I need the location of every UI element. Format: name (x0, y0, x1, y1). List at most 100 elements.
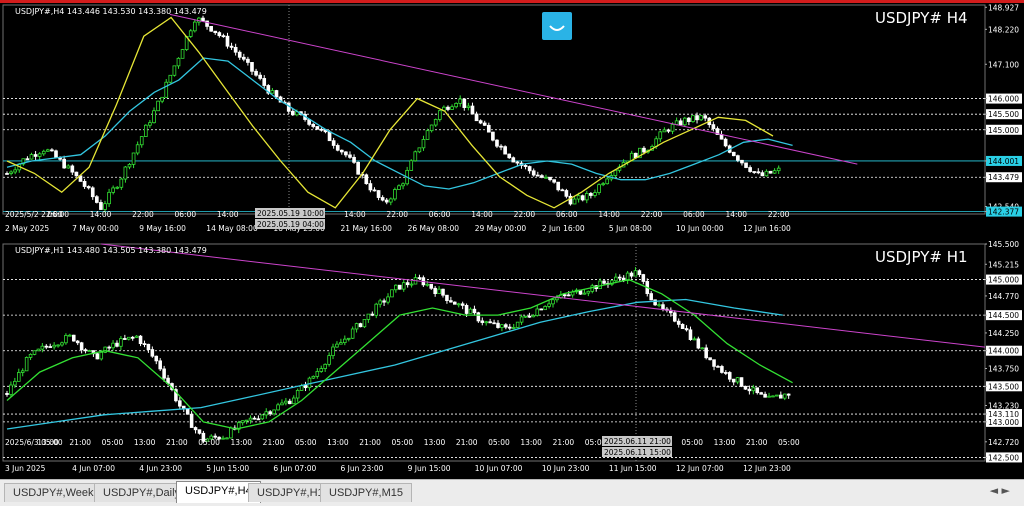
candle-bear (25, 158, 30, 161)
candle-bull (41, 150, 46, 155)
candle-bull (66, 165, 71, 169)
candle-bull (346, 337, 351, 340)
candle-bear (511, 157, 516, 163)
x-tick-label-secondary: 3 Jun 2025 (5, 464, 46, 473)
candle-bear (680, 323, 685, 329)
candle-bear (339, 149, 344, 153)
candle-bull (682, 117, 687, 126)
x-tick-label: 21:00 (359, 438, 381, 447)
candle-bear (703, 115, 708, 119)
candle-bull (99, 351, 104, 360)
x-tick-label: 21:00 (69, 438, 91, 447)
candle-bear (445, 294, 449, 302)
candle-bull (180, 49, 185, 59)
candle-bull (511, 327, 516, 329)
tab-m15[interactable]: USDJPY#,M15 (320, 483, 412, 502)
candle-bear (258, 74, 262, 79)
candle-bear (311, 123, 316, 127)
tab-daily[interactable]: USDJPY#,Daily (94, 483, 190, 502)
candle-bear (274, 90, 279, 98)
candle-bear (44, 345, 49, 348)
candle-bull (160, 96, 164, 102)
candle-bull (519, 316, 524, 323)
candle-bear (358, 323, 363, 328)
candle-bull (111, 342, 115, 349)
x-tick-label-secondary: 7 May 00:00 (72, 224, 119, 233)
candle-bull (535, 308, 540, 316)
candle-bull (284, 400, 288, 404)
candle-bull (776, 167, 781, 172)
candle-bull (764, 170, 769, 177)
candle-bear (507, 153, 512, 159)
candle-bull (272, 409, 276, 415)
candle-bull (735, 377, 740, 383)
x-tick-label: 22:00 (132, 210, 154, 219)
candle-bear (209, 25, 213, 32)
candle-bear (327, 131, 332, 142)
candle-bull (458, 98, 463, 104)
candle-bull (126, 336, 131, 340)
x-tick-label: 21:00 (166, 438, 188, 447)
candle-bear (474, 113, 479, 122)
candle-bear (661, 304, 665, 310)
candle-bull (699, 115, 703, 121)
candle-bear (678, 120, 683, 126)
x-tick-label: 13:00 (520, 438, 542, 447)
crosshair-time-label: 2025.05.19 10:00 (257, 209, 324, 218)
candle-bear (540, 175, 544, 178)
y-tick-label: 144.770 (988, 292, 1019, 301)
candle-bear (446, 106, 450, 110)
candle-bull (468, 308, 473, 314)
x-tick-label: 13:00 (424, 438, 446, 447)
candle-bull (68, 334, 72, 337)
x-tick-label: 22:00 (768, 210, 790, 219)
candle-bear (763, 393, 767, 398)
x-tick-label-secondary: 5 Jun 08:00 (609, 224, 652, 233)
candle-bear (629, 272, 634, 277)
candle-bear (5, 393, 9, 395)
y-tick-label: 142.500 (988, 453, 1019, 462)
candle-bear (504, 324, 508, 328)
candle-bear (472, 308, 477, 314)
candle-bear (739, 377, 744, 387)
candle-bull (523, 315, 528, 318)
price-charts[interactable]: USDJPY#,H4 143.446 143.530 143.380 143.4… (0, 0, 1024, 479)
candle-bear (515, 161, 520, 164)
candle-bear (441, 288, 445, 296)
candle-bear (496, 322, 500, 328)
candle-bull (390, 289, 394, 298)
x-tick-label: 21:00 (456, 438, 478, 447)
y-tick-label: 144.500 (988, 311, 1019, 320)
candle-bear (352, 156, 356, 163)
candle-bull (772, 170, 777, 174)
candle-bull (543, 306, 547, 311)
candle-bear (523, 165, 528, 167)
y-tick-label: 145.500 (988, 240, 1019, 249)
x-tick-label: 05:00 (295, 438, 317, 447)
candle-bear (252, 417, 257, 420)
candle-bear (254, 70, 258, 76)
candle-bear (602, 280, 606, 284)
candle-bear (246, 58, 250, 63)
candle-bull (103, 203, 107, 210)
x-tick-label-secondary: 2 May 2025 (5, 224, 49, 233)
candle-bear (372, 189, 377, 192)
candle-bear (491, 131, 495, 141)
signal-badge[interactable] (542, 12, 572, 40)
candle-bear (146, 343, 151, 350)
candle-bull (291, 397, 296, 405)
tab-scroll-arrows[interactable]: ◄ ► (990, 484, 1010, 497)
x-tick-label-secondary: 26 May 08:00 (408, 224, 460, 233)
crosshair-time-label: 2025.06.11 15:00 (604, 448, 671, 457)
x-tick-label: 14:00 (725, 210, 747, 219)
candle-bear (197, 429, 202, 434)
candle-bear (696, 338, 701, 349)
candle-bull (484, 321, 488, 324)
candle-bear (433, 287, 437, 295)
candle-bull (598, 280, 602, 289)
y-tick-label: 146.000 (988, 95, 1019, 104)
y-tick-label: 145.000 (988, 126, 1019, 135)
pane-1: USDJPY#,H1 143.480 143.505 143.380 143.4… (2, 240, 1022, 473)
candle-bull (674, 120, 679, 125)
candle-bull (37, 153, 42, 157)
